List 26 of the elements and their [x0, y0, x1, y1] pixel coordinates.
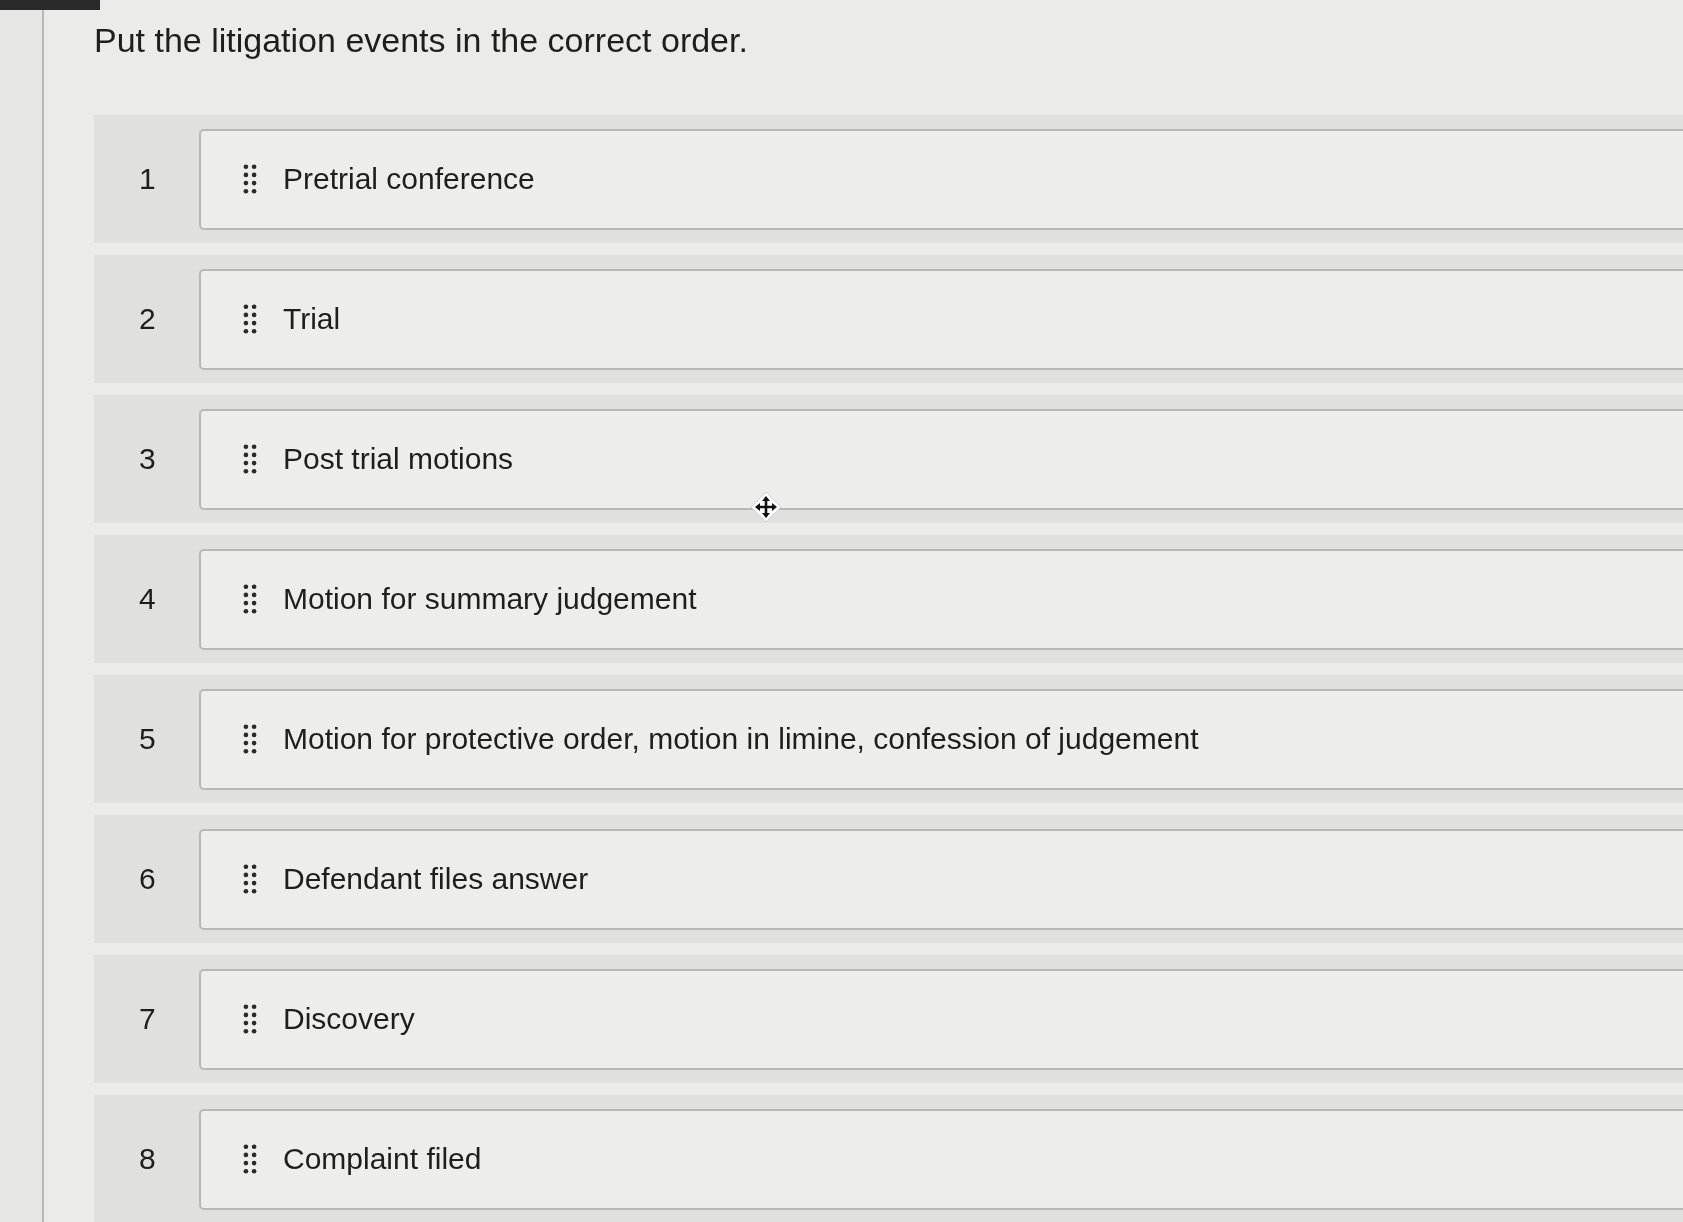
position-number: 1: [139, 161, 157, 197]
drag-handle-icon: [243, 724, 257, 754]
drag-handle-icon: [243, 1144, 257, 1174]
drag-handle-icon: [243, 1004, 257, 1034]
draggable-item[interactable]: Discovery: [199, 968, 1683, 1070]
move-cursor-icon: [750, 491, 782, 523]
draggable-item[interactable]: Complaint filed: [199, 1108, 1683, 1210]
drag-handle-icon: [243, 304, 257, 334]
drag-handle-icon: [243, 164, 257, 194]
position-number: 6: [139, 861, 157, 897]
draggable-item[interactable]: Motion for protective order, motion in limine, confession of judgement: [199, 688, 1683, 790]
position-number: 7: [139, 1001, 157, 1037]
draggable-item[interactable]: Motion for summary judgement: [199, 548, 1683, 650]
draggable-item[interactable]: Pretrial conference: [199, 128, 1683, 230]
question-text: Put the litigation events in the correct order.: [94, 20, 749, 61]
position-number: 4: [139, 581, 157, 617]
position-number: 5: [139, 721, 157, 757]
position-number: 2: [139, 301, 157, 337]
position-number: 3: [139, 441, 157, 477]
drag-handle-icon: [243, 444, 257, 474]
draggable-item[interactable]: Trial: [199, 268, 1683, 370]
position-number: 8: [139, 1141, 157, 1177]
draggable-item[interactable]: Post trial motions: [199, 408, 1683, 510]
drag-handle-icon: [243, 864, 257, 894]
draggable-item[interactable]: Defendant files answer: [199, 828, 1683, 930]
drag-handle-icon: [243, 584, 257, 614]
